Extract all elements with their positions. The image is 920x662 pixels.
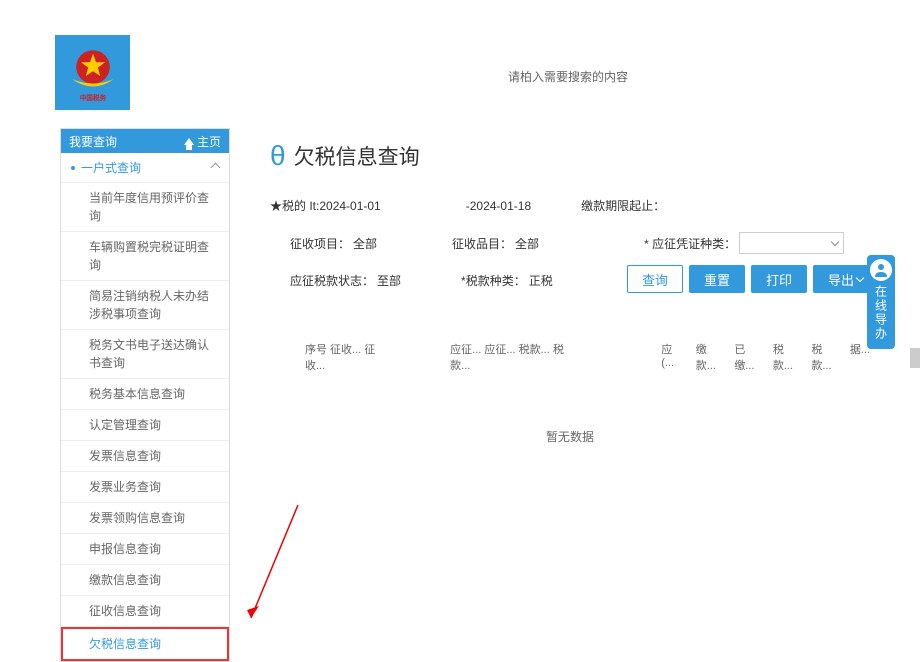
chevron-down-icon bbox=[831, 238, 839, 246]
form-row-1: ★税的 It:2024-01-01 -2024-01-18 缴款期限起止： bbox=[270, 197, 870, 214]
sidebar-item-payment[interactable]: 缴款信息查询 bbox=[61, 565, 229, 596]
bullet-icon bbox=[71, 166, 75, 170]
table-header: 序号 征收... 征收... 应征... 应征... 税款... 税款... 应… bbox=[270, 341, 870, 373]
status-value: 至部 bbox=[377, 272, 401, 289]
type-value: 正税 bbox=[529, 272, 553, 289]
sidebar-item-vehicle-tax[interactable]: 车辆购置税完税证明查询 bbox=[61, 232, 229, 281]
sidebar-item-basic-info[interactable]: 税务基本信息查询 bbox=[61, 379, 229, 410]
item-label: 征收项目： bbox=[290, 235, 350, 252]
sidebar-item-declare[interactable]: 申报信息查询 bbox=[61, 534, 229, 565]
date-label: ★税的 It:2024-01-01 bbox=[270, 197, 381, 214]
form-row-2: 征收项目： 全部 征收品目： 全部 * 应征凭证种类： bbox=[270, 232, 870, 254]
status-label: 应征税款状志： bbox=[290, 272, 374, 289]
item-value: 全部 bbox=[353, 235, 377, 252]
sidebar-title: 我要查询 bbox=[69, 133, 117, 150]
no-data-text: 暂无数据 bbox=[270, 428, 870, 445]
help-widget[interactable]: 在线导办 bbox=[867, 255, 895, 349]
sidebar-item-credit-eval[interactable]: 当前年度信用预评价查询 bbox=[61, 183, 229, 232]
voucher-select[interactable] bbox=[739, 232, 844, 254]
sidebar-item-simple-cancel[interactable]: 简易注销纳税人未办结涉税事项查询 bbox=[61, 281, 229, 330]
help-avatar-icon bbox=[870, 259, 892, 281]
th-c1: 应 (... bbox=[661, 341, 686, 373]
sidebar-item-recognition[interactable]: 认定管理查询 bbox=[61, 410, 229, 441]
print-button[interactable]: 打印 bbox=[751, 265, 807, 293]
home-icon bbox=[184, 138, 194, 145]
sidebar-item-invoice-info[interactable]: 发票信息查询 bbox=[61, 441, 229, 472]
sidebar-item-invoice-biz[interactable]: 发票业务查询 bbox=[61, 472, 229, 503]
th-c3: 已缴... bbox=[734, 341, 763, 373]
reset-button[interactable]: 重置 bbox=[689, 265, 745, 293]
date-to: -2024-01-18 bbox=[466, 199, 531, 213]
page-title-row: θ 欠税信息查询 bbox=[270, 140, 870, 172]
sidebar-item-invoice-purchase[interactable]: 发票领购信息查询 bbox=[61, 503, 229, 534]
page-title: 欠税信息查询 bbox=[294, 141, 420, 171]
th-seq: 序号 征收... 征收... bbox=[305, 341, 390, 373]
sidebar-header: 我要查询 主页 bbox=[61, 129, 229, 153]
chevron-up-icon bbox=[211, 163, 221, 173]
th-c4: 税款... bbox=[773, 341, 802, 373]
th-c2: 缴款... bbox=[696, 341, 725, 373]
svg-text:中国税务: 中国税务 bbox=[79, 93, 106, 102]
main-content: θ 欠税信息查询 ★税的 It:2024-01-01 -2024-01-18 缴… bbox=[270, 140, 870, 445]
product-label: 征收品目： bbox=[452, 235, 512, 252]
scrollbar-thumb[interactable] bbox=[910, 348, 920, 368]
sidebar: 我要查询 主页 一户式查询 当前年度信用预评价查询 车辆购置税完税证明查询 简易… bbox=[60, 128, 230, 662]
title-icon: θ bbox=[270, 140, 286, 172]
deadline-label: 缴款期限起止： bbox=[581, 197, 665, 214]
help-text: 在线导办 bbox=[873, 285, 890, 341]
home-link[interactable]: 主页 bbox=[184, 133, 221, 150]
sidebar-category[interactable]: 一户式查询 bbox=[61, 153, 229, 183]
arrow-annotation bbox=[243, 500, 303, 630]
sidebar-item-collection[interactable]: 征收信息查询 bbox=[61, 596, 229, 627]
voucher-label: * 应征凭证种类： bbox=[644, 235, 736, 252]
tax-logo: 中国税务 bbox=[55, 35, 130, 110]
sidebar-item-owed-tax[interactable]: 欠税信息查询 bbox=[61, 627, 229, 661]
query-button[interactable]: 查询 bbox=[627, 265, 683, 293]
th-levy: 应征... 应征... 税款... 税款... bbox=[450, 341, 576, 373]
product-value: 全部 bbox=[515, 235, 539, 252]
type-label: *税款种类： bbox=[461, 272, 526, 289]
sidebar-item-doc-delivery[interactable]: 税务文书电子送达确认书查询 bbox=[61, 330, 229, 379]
search-placeholder[interactable]: 请柏入需要搜索的内容 bbox=[508, 68, 628, 85]
button-row: 查询 重置 打印 导出 bbox=[627, 265, 878, 293]
th-c5: 税款... bbox=[811, 341, 840, 373]
